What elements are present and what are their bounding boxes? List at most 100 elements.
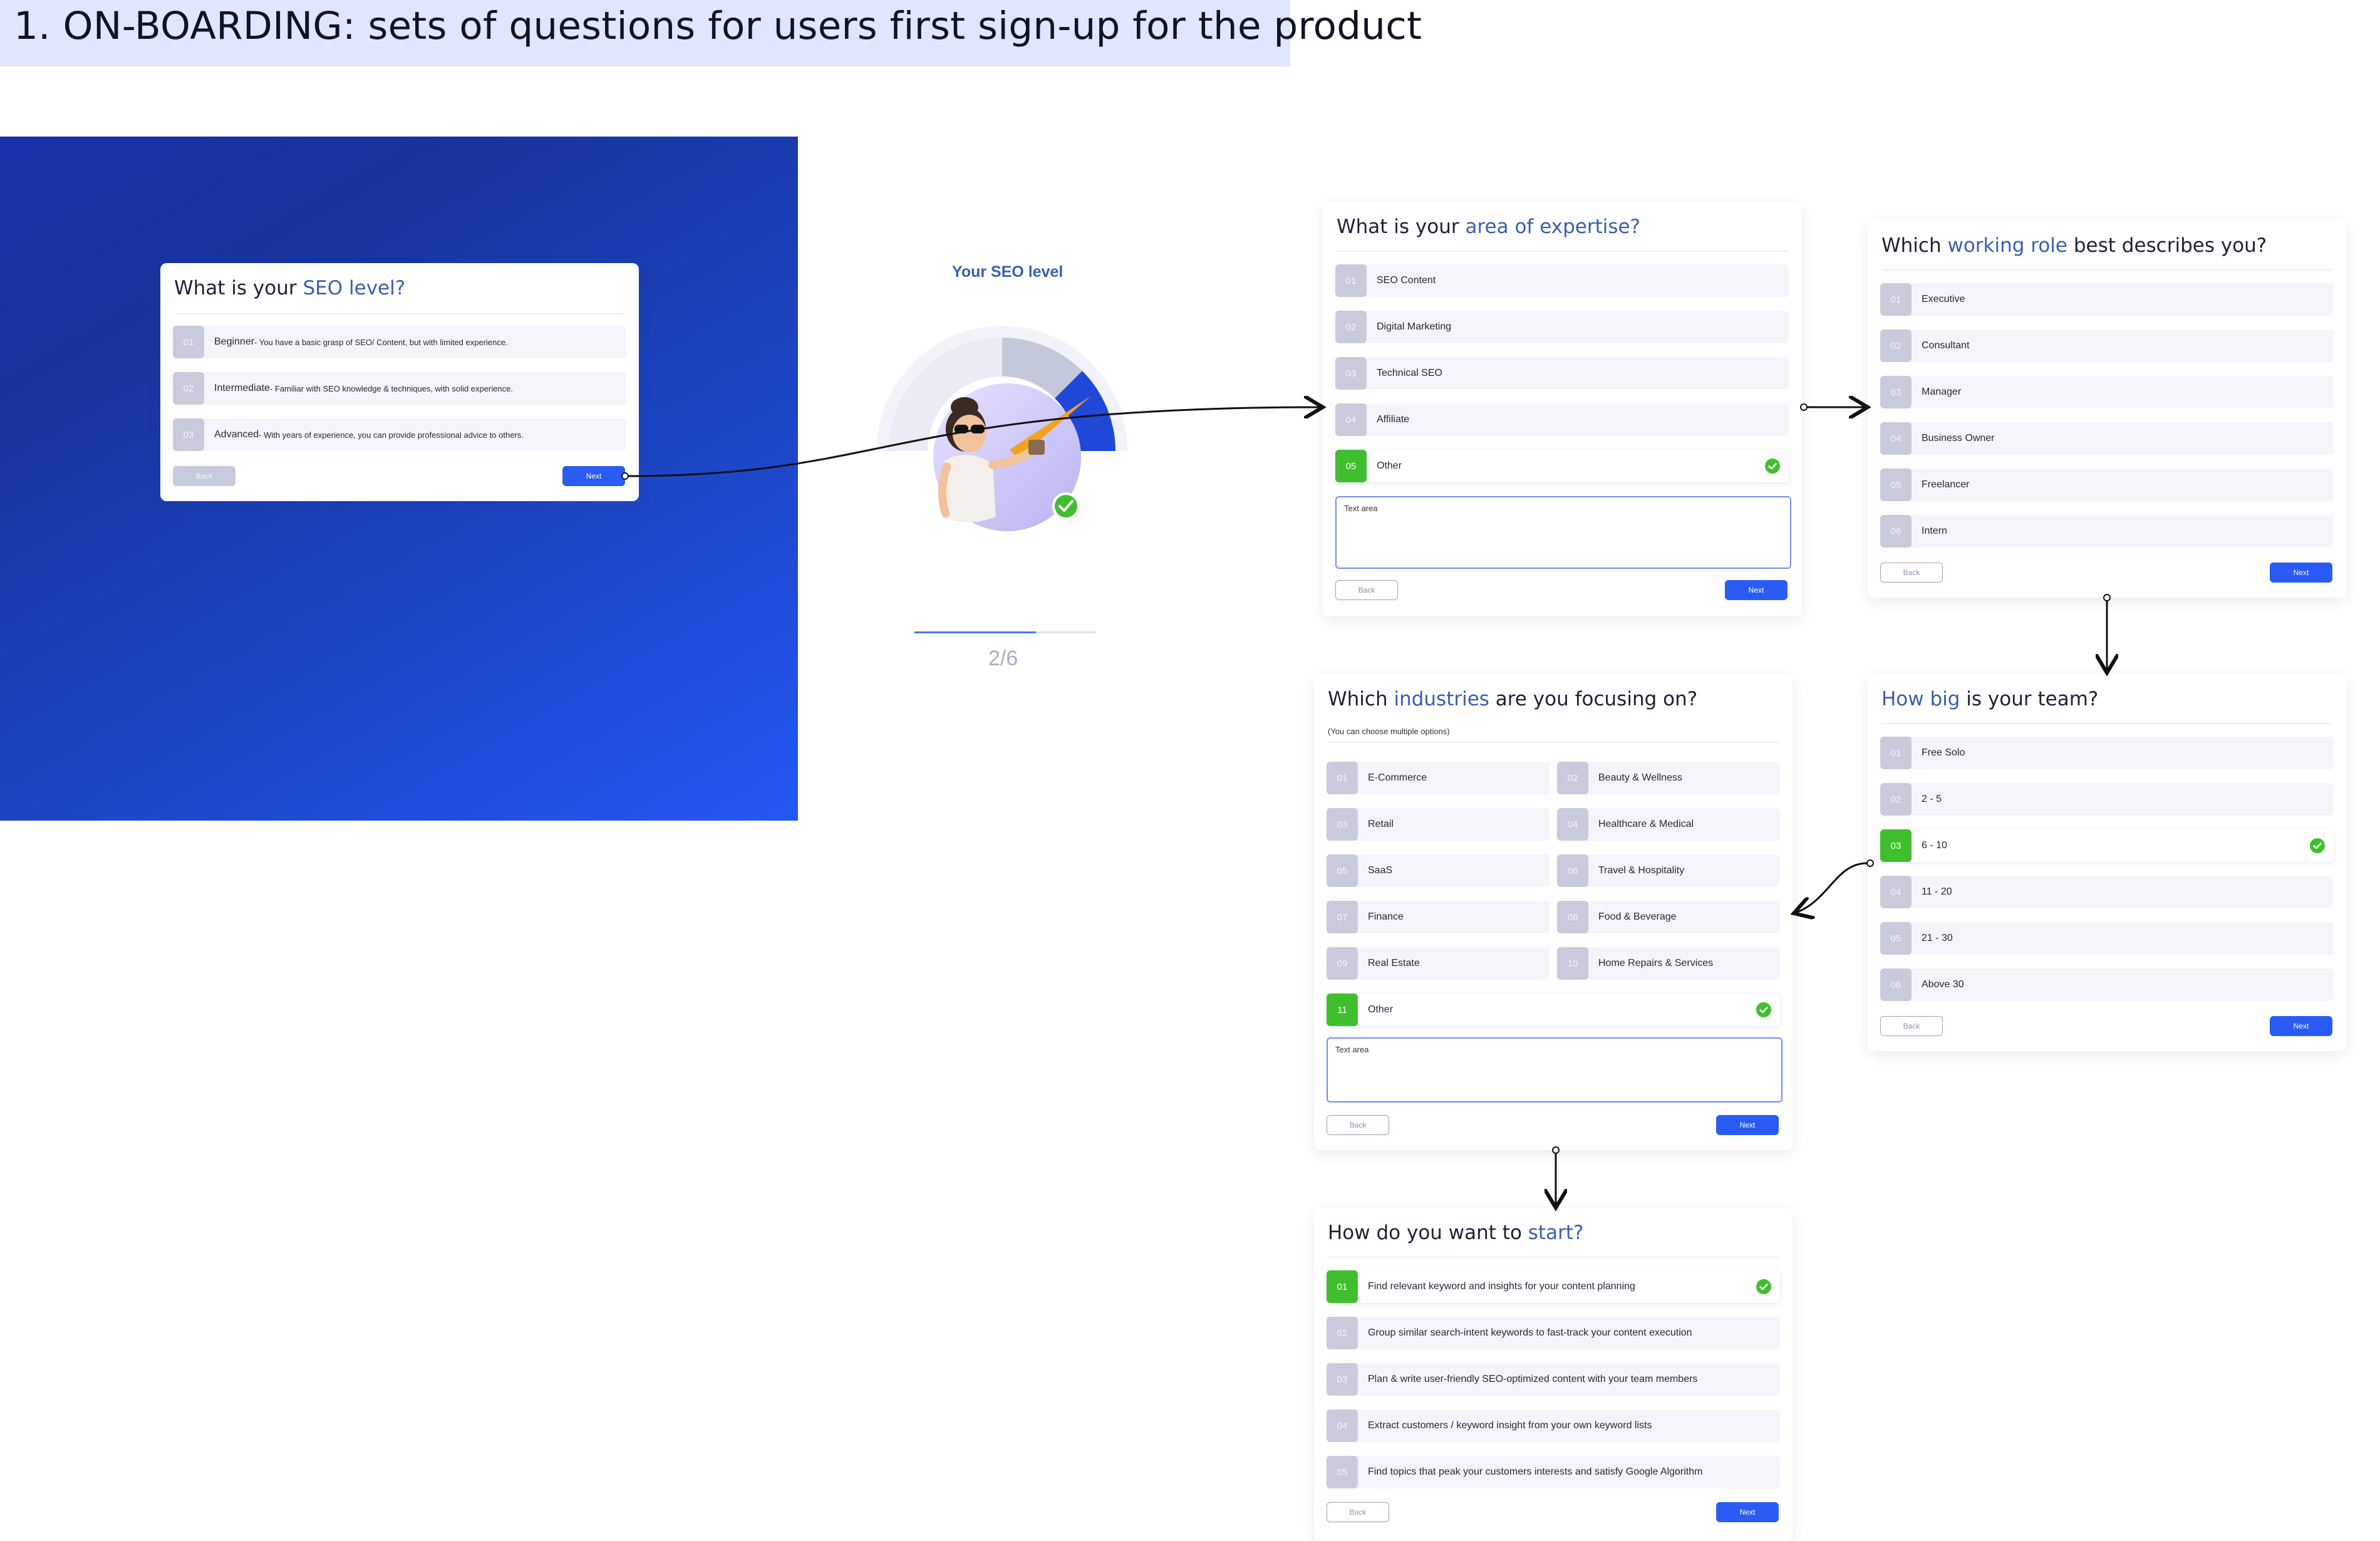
option-label: Find topics that peak your customers int… xyxy=(1368,1466,1703,1477)
gauge-segment-2 xyxy=(1001,338,1082,399)
option-plan-write-user-friendly-seo-optimized-content-with-your-team-members[interactable]: 03 Plan & write user-friendly SEO-optimiz… xyxy=(1327,1363,1780,1396)
back-button[interactable]: Back xyxy=(1880,563,1943,583)
option-number: 02 xyxy=(1335,311,1367,343)
text-area[interactable]: Text area xyxy=(1327,1037,1782,1103)
option-number: 01 xyxy=(1880,737,1912,769)
expertise-card: What is your area of expertise? 01 SEO Co… xyxy=(1323,202,1801,616)
option-above-30[interactable]: 06 Above 30 xyxy=(1880,968,2334,1001)
option-label: Group similar search-intent keywords to … xyxy=(1368,1327,1692,1338)
option-affiliate[interactable]: 04 Affiliate xyxy=(1335,403,1789,436)
text-area[interactable]: Text area xyxy=(1335,496,1791,569)
option-other[interactable]: 05 Other xyxy=(1335,450,1789,482)
option-number: 02 xyxy=(1880,329,1912,362)
option-number: 04 xyxy=(1335,403,1367,436)
option-freelancer[interactable]: 05 Freelancer xyxy=(1880,469,2334,501)
option-label: Other xyxy=(1368,1004,1394,1015)
card-title: How big is your team? xyxy=(1881,688,2099,710)
option-number: 04 xyxy=(1327,1409,1358,1442)
page-banner: 1. ON-BOARDING: sets of questions for us… xyxy=(0,0,1422,66)
back-button[interactable]: Back xyxy=(1880,1016,1943,1036)
option-intern[interactable]: 06 Intern xyxy=(1880,515,2334,547)
option-number: 07 xyxy=(1327,901,1358,933)
card-title: Which working role best describes you? xyxy=(1881,234,2267,257)
next-button[interactable]: Next xyxy=(1716,1115,1779,1135)
option-intermediate[interactable]: 02 Intermediate - Familiar with SEO know… xyxy=(173,372,626,405)
option-number: 03 xyxy=(1327,1363,1358,1396)
option-executive[interactable]: 01 Executive xyxy=(1880,283,2334,316)
option-consultant[interactable]: 02 Consultant xyxy=(1880,329,2334,362)
option-number: 01 xyxy=(1327,1270,1358,1303)
check-circle-icon xyxy=(1756,1279,1771,1294)
option-food-beverage[interactable]: 08 Food & Beverage xyxy=(1557,901,1780,933)
option-digital-marketing[interactable]: 02 Digital Marketing xyxy=(1335,311,1789,343)
option-2-5[interactable]: 02 2 - 5 xyxy=(1880,783,2334,816)
option-technical-seo[interactable]: 03 Technical SEO xyxy=(1335,357,1789,390)
divider xyxy=(174,313,625,314)
connector-expertise-to-role xyxy=(1800,404,1868,410)
next-button[interactable]: Next xyxy=(2270,563,2332,583)
divider xyxy=(1881,269,2332,271)
next-button[interactable]: Next xyxy=(562,466,625,486)
option-travel-hospitality[interactable]: 06 Travel & Hospitality xyxy=(1557,854,1780,887)
option-6-10[interactable]: 03 6 - 10 xyxy=(1880,829,2334,862)
option-healthcare-medical[interactable]: 04 Healthcare & Medical xyxy=(1557,808,1780,841)
next-button[interactable]: Next xyxy=(1725,580,1788,600)
option-label: Food & Beverage xyxy=(1598,911,1677,922)
option-number: 03 xyxy=(1880,376,1912,408)
option-label: E-Commerce xyxy=(1368,772,1427,783)
option-number: 04 xyxy=(1880,876,1912,908)
option-number: 03 xyxy=(1335,357,1367,390)
option-label: SEO Content xyxy=(1377,275,1436,286)
page-title: 1. ON-BOARDING: sets of questions for us… xyxy=(14,4,1422,48)
divider xyxy=(1328,1257,1779,1258)
option-label: Travel & Hospitality xyxy=(1598,865,1685,876)
back-button[interactable]: Back xyxy=(173,466,235,486)
connector-team-to-industries xyxy=(1794,859,1874,913)
next-button[interactable]: Next xyxy=(2270,1016,2332,1036)
check-badge xyxy=(1052,492,1080,520)
back-button[interactable]: Back xyxy=(1327,1502,1389,1522)
option-label: Intern xyxy=(1922,526,1947,536)
option-number: 05 xyxy=(1880,469,1912,501)
option-number: 03 xyxy=(1880,829,1912,862)
option-find-topics-that-peak-your-customers-interests-and-satisfy-google-algorithm[interactable]: 05 Find topics that peak your customers i… xyxy=(1327,1456,1780,1488)
option-label: Extract customers / keyword insight from… xyxy=(1368,1420,1652,1431)
option-find-relevant-keyword-and-insights-for-your-content-planning[interactable]: 01 Find relevant keyword and insights for… xyxy=(1327,1270,1780,1303)
option-label: Retail xyxy=(1368,819,1394,829)
back-button[interactable]: Back xyxy=(1327,1115,1389,1135)
option-label: Finance xyxy=(1368,911,1404,922)
option-group-similar-search-intent-keywords-to-fast-track-your-content-execution[interactable]: 02 Group similar search-intent keywords t… xyxy=(1327,1317,1780,1349)
option-number: 02 xyxy=(1557,762,1588,794)
option-label: Manager xyxy=(1922,387,1962,397)
option-number: 01 xyxy=(1335,264,1367,297)
option-manager[interactable]: 03 Manager xyxy=(1880,376,2334,408)
option-label: Consultant xyxy=(1922,340,1970,351)
next-button[interactable]: Next xyxy=(1716,1502,1779,1522)
option-label: Healthcare & Medical xyxy=(1598,819,1694,829)
option-number: 02 xyxy=(1880,783,1912,816)
option-other[interactable]: 11 Other xyxy=(1327,994,1780,1026)
option-saas[interactable]: 05 SaaS xyxy=(1327,854,1550,887)
option-11-20[interactable]: 04 11 - 20 xyxy=(1880,876,2334,908)
option-finance[interactable]: 07 Finance xyxy=(1327,901,1550,933)
option-business-owner[interactable]: 04 Business Owner xyxy=(1880,422,2334,455)
option-advanced[interactable]: 03 Advanced - With years of experience, … xyxy=(173,418,626,451)
option-21-30[interactable]: 05 21 - 30 xyxy=(1880,922,2334,955)
option-beauty-wellness[interactable]: 02 Beauty & Wellness xyxy=(1557,762,1780,794)
option-home-repairs-services[interactable]: 10 Home Repairs & Services xyxy=(1557,947,1780,980)
option-e-commerce[interactable]: 01 E-Commerce xyxy=(1327,762,1550,794)
option-label: Find relevant keyword and insights for y… xyxy=(1368,1281,1635,1292)
step-counter: 2/6 xyxy=(988,646,1018,670)
option-extract-customers-keyword-insight-from-your-own-keyword-lists[interactable]: 04 Extract customers / keyword insight fr… xyxy=(1327,1409,1780,1442)
option-retail[interactable]: 03 Retail xyxy=(1327,808,1550,841)
option-seo-content[interactable]: 01 SEO Content xyxy=(1335,264,1789,297)
option-real-estate[interactable]: 09 Real Estate xyxy=(1327,947,1550,980)
card-title: Which industries are you focusing on? xyxy=(1328,688,1698,710)
option-free-solo[interactable]: 01 Free Solo xyxy=(1880,737,2334,769)
option-number: 06 xyxy=(1557,854,1588,887)
option-number: 03 xyxy=(1327,808,1358,841)
back-button[interactable]: Back xyxy=(1335,580,1398,600)
option-label: Business Owner xyxy=(1922,433,1995,444)
option-number: 05 xyxy=(1327,854,1358,887)
option-beginner[interactable]: 01 Beginner - You have a basic grasp of … xyxy=(173,326,626,358)
